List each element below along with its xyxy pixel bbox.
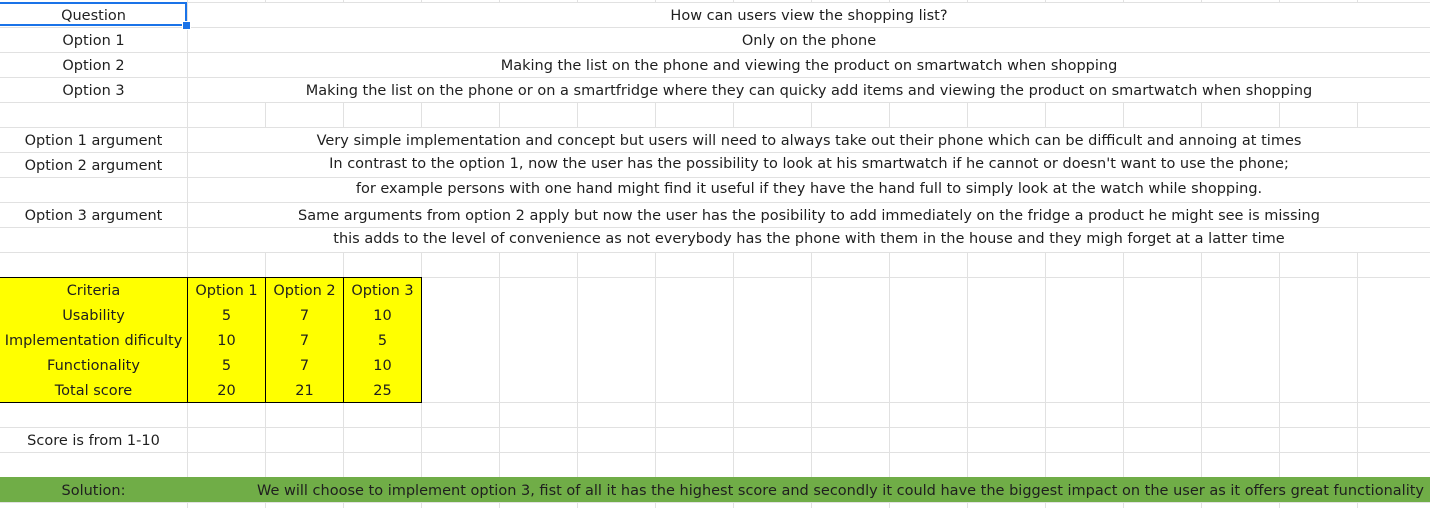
table-cell: 5 bbox=[221, 308, 232, 325]
table-cell-total-option2[interactable]: 21 bbox=[266, 379, 343, 404]
option3-argument-text-cell[interactable]: this adds to the level of convenience as… bbox=[188, 227, 1430, 251]
option1-argument-label-cell[interactable]: Option 1 argument bbox=[0, 129, 187, 153]
table-cell: 5 bbox=[221, 358, 232, 375]
option2-argument-text-cell[interactable]: In contrast to the option 1, now the use… bbox=[188, 152, 1430, 176]
option2-value-cell[interactable]: Making the list on the phone and viewing… bbox=[188, 54, 1430, 78]
table-cell-usability-option3[interactable]: 10 bbox=[344, 304, 421, 329]
question-value: How can users view the shopping list? bbox=[670, 7, 948, 24]
option2-label-cell[interactable]: Option 2 bbox=[0, 54, 187, 78]
option1-value-cell[interactable]: Only on the phone bbox=[188, 29, 1430, 53]
table-header-label: Option 3 bbox=[351, 283, 414, 300]
table-row-functionality[interactable]: Functionality bbox=[0, 354, 187, 379]
table-cell-functionality-option3[interactable]: 10 bbox=[344, 354, 421, 379]
table-cell-functionality-option2[interactable]: 7 bbox=[266, 354, 343, 379]
table-cell: 20 bbox=[217, 383, 236, 400]
gridline bbox=[0, 427, 1430, 428]
option2-argument-label: Option 2 argument bbox=[24, 157, 163, 174]
table-border bbox=[421, 277, 422, 403]
table-border bbox=[0, 277, 422, 278]
score-note-cell[interactable]: Score is from 1-10 bbox=[0, 429, 187, 454]
gridline bbox=[188, 202, 1430, 203]
solution-label-cell[interactable]: Solution: bbox=[0, 479, 187, 504]
option1-argument-label: Option 1 argument bbox=[24, 132, 163, 149]
table-cell: 10 bbox=[217, 333, 236, 350]
table-cell: Total score bbox=[54, 383, 133, 400]
question-label: Question bbox=[61, 7, 126, 24]
table-cell: 7 bbox=[299, 308, 310, 325]
solution-label: Solution: bbox=[61, 483, 126, 500]
table-header-label: Option 1 bbox=[195, 283, 258, 300]
table-row-usability[interactable]: Usability bbox=[0, 304, 187, 329]
option2-argument-label-cell[interactable]: Option 2 argument bbox=[0, 154, 187, 178]
option3-value-cell[interactable]: Making the list on the phone or on a sma… bbox=[188, 79, 1430, 103]
option1-value: Only on the phone bbox=[741, 32, 877, 49]
option3-argument-label: Option 3 argument bbox=[24, 207, 163, 224]
option1-argument-text: Very simple implementation and concept b… bbox=[316, 132, 1302, 149]
option3-argument-text-line1: Same arguments from option 2 apply but n… bbox=[298, 207, 1320, 224]
option3-label: Option 3 bbox=[62, 82, 125, 99]
table-cell: Usability bbox=[62, 308, 125, 325]
table-cell: 21 bbox=[295, 383, 314, 400]
gridline bbox=[0, 452, 1430, 453]
table-header-label: Option 2 bbox=[273, 283, 336, 300]
table-cell-implementation-option1[interactable]: 10 bbox=[188, 329, 265, 354]
table-cell: Functionality bbox=[47, 358, 140, 375]
option2-argument-text-line2: for example persons with one hand might … bbox=[355, 180, 1263, 197]
gridline bbox=[0, 252, 1430, 253]
option1-argument-text-cell[interactable]: Very simple implementation and concept b… bbox=[188, 129, 1430, 153]
option1-label: Option 1 bbox=[62, 32, 125, 49]
table-cell: 10 bbox=[373, 358, 392, 375]
table-cell-implementation-option2[interactable]: 7 bbox=[266, 329, 343, 354]
table-row-implementation[interactable]: Implementation dificulty bbox=[0, 329, 187, 354]
option3-argument-label-cell[interactable]: Option 3 argument bbox=[0, 204, 187, 228]
table-cell: 7 bbox=[299, 333, 310, 350]
table-cell-total-option1[interactable]: 20 bbox=[188, 379, 265, 404]
option3-label-cell[interactable]: Option 3 bbox=[0, 79, 187, 103]
table-header-label: Criteria bbox=[66, 283, 121, 300]
question-value-cell[interactable]: How can users view the shopping list? bbox=[188, 4, 1430, 28]
spreadsheet-grid[interactable]: Question How can users view the shopping… bbox=[0, 0, 1430, 508]
table-cell: 7 bbox=[299, 358, 310, 375]
table-cell-usability-option2[interactable]: 7 bbox=[266, 304, 343, 329]
option3-argument-text-line2: this adds to the level of convenience as… bbox=[333, 230, 1285, 247]
option2-value: Making the list on the phone and viewing… bbox=[500, 57, 1118, 74]
table-cell: 5 bbox=[377, 333, 388, 350]
option2-argument-text-line1: In contrast to the option 1, now the use… bbox=[329, 155, 1289, 172]
table-cell: 10 bbox=[373, 308, 392, 325]
option2-label: Option 2 bbox=[62, 57, 125, 74]
solution-text: We will choose to implement option 3, fi… bbox=[256, 483, 1424, 500]
solution-text-cell[interactable]: We will choose to implement option 3, fi… bbox=[188, 479, 1430, 504]
score-note: Score is from 1-10 bbox=[27, 433, 160, 450]
table-header-option2[interactable]: Option 2 bbox=[266, 279, 343, 304]
table-header-option3[interactable]: Option 3 bbox=[344, 279, 421, 304]
option3-argument-text-cell[interactable]: Same arguments from option 2 apply but n… bbox=[188, 204, 1430, 228]
table-cell: Implementation dificulty bbox=[4, 333, 183, 350]
option1-label-cell[interactable]: Option 1 bbox=[0, 29, 187, 53]
table-cell: 25 bbox=[373, 383, 392, 400]
table-header-criteria[interactable]: Criteria bbox=[0, 279, 187, 304]
table-cell-functionality-option1[interactable]: 5 bbox=[188, 354, 265, 379]
table-cell-usability-option1[interactable]: 5 bbox=[188, 304, 265, 329]
option2-argument-text-cell[interactable]: for example persons with one hand might … bbox=[188, 177, 1430, 201]
table-header-option1[interactable]: Option 1 bbox=[188, 279, 265, 304]
question-label-cell[interactable]: Question bbox=[0, 4, 187, 28]
table-row-total-score[interactable]: Total score bbox=[0, 379, 187, 404]
option3-value: Making the list on the phone or on a sma… bbox=[305, 82, 1313, 99]
table-cell-total-option3[interactable]: 25 bbox=[344, 379, 421, 404]
table-cell-implementation-option3[interactable]: 5 bbox=[344, 329, 421, 354]
